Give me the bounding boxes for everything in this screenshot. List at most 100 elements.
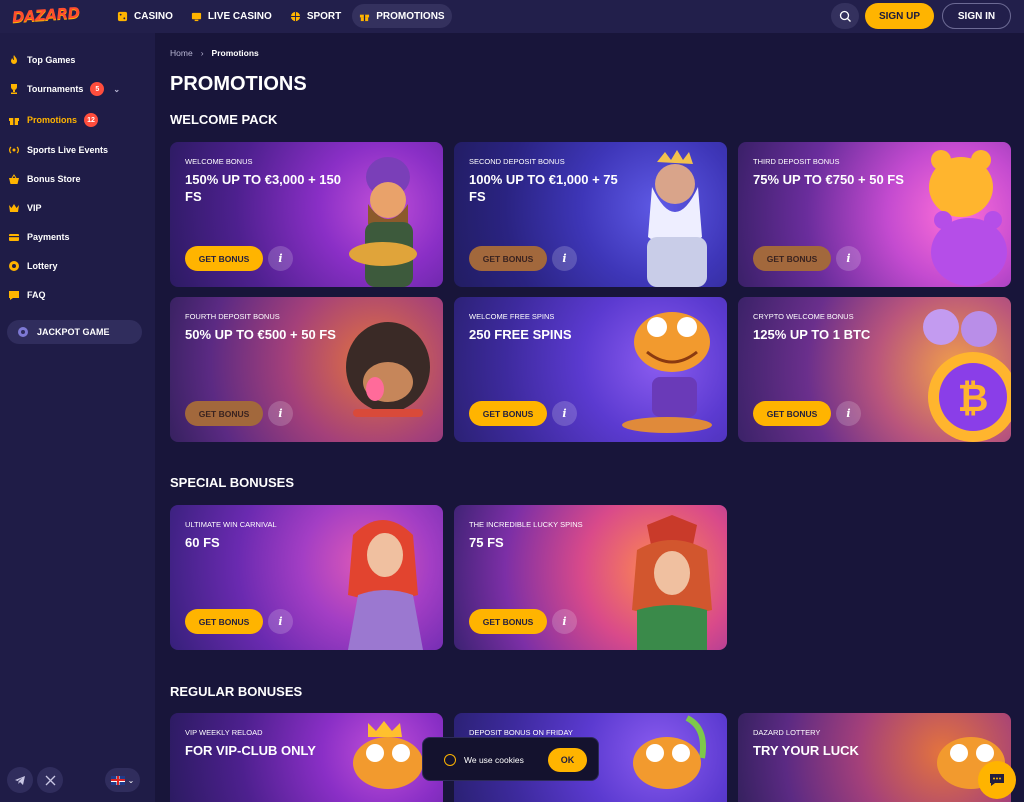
sign-up-button[interactable]: SIGN UP <box>865 3 934 29</box>
section-title-special: SPECIAL BONUSES <box>170 475 295 490</box>
nav-promotions[interactable]: PROMOTIONS <box>352 4 452 28</box>
svg-text:₿: ₿ <box>958 376 989 420</box>
promo-card-second-deposit[interactable]: SECOND DEPOSIT BONUS 100% UP TO €1,000 +… <box>454 142 727 287</box>
get-bonus-button[interactable]: GET BONUS <box>469 246 547 271</box>
sidebar-item-promotions[interactable]: Promotions 12 <box>8 111 99 129</box>
gift-icon <box>360 14 370 21</box>
promo-card-incredible-lucky-spins[interactable]: THE INCREDIBLE LUCKY SPINS 75 FS GET BON… <box>454 505 727 650</box>
promo-card-dazard-lottery[interactable]: DAZARD LOTTERY TRY YOUR LUCK <box>738 713 1011 802</box>
card-title: 250 FREE SPINS <box>469 327 572 342</box>
card-subtitle: FOURTH DEPOSIT BONUS <box>185 312 280 321</box>
chevron-down-icon[interactable]: ⌄ <box>113 85 120 94</box>
card-subtitle: THIRD DEPOSIT BONUS <box>753 157 840 166</box>
card-subtitle: CRYPTO WELCOME BONUS <box>753 312 854 321</box>
chevron-down-icon: ⌄ <box>127 775 135 785</box>
main-nav: CASINO LIVE CASINO SPORT PROMOTIONS <box>110 4 452 28</box>
search-button[interactable] <box>831 3 859 29</box>
promo-card-crypto-welcome[interactable]: ₿ CRYPTO WELCOME BONUS 125% UP TO 1 BTC … <box>738 297 1011 442</box>
sidebar-item-sports-live-events[interactable]: Sports Live Events <box>8 141 108 159</box>
jackpot-icon <box>18 327 28 337</box>
card-title: FOR VIP-CLUB ONLY <box>185 743 316 758</box>
dazard-logo[interactable]: DAZARD <box>11 4 80 27</box>
telegram-button[interactable] <box>7 767 33 793</box>
wallet-icon <box>9 234 19 241</box>
page-title: PROMOTIONS <box>170 73 307 95</box>
nav-casino[interactable]: CASINO <box>110 4 180 28</box>
breadcrumb: Home › Promotions <box>170 48 259 58</box>
sidebar-item-faq[interactable]: FAQ <box>8 286 46 304</box>
search-icon <box>839 10 851 22</box>
gift-icon <box>9 118 19 125</box>
get-bonus-button[interactable]: GET BONUS <box>185 401 263 426</box>
tournaments-count-badge: 5 <box>90 82 105 96</box>
carnival-woman-image <box>348 520 423 650</box>
sidebar-item-top-games[interactable]: Top Games <box>8 51 75 69</box>
card-title: 60 FS <box>185 535 220 550</box>
language-selector[interactable]: ⌄ <box>105 768 140 792</box>
fisherman-character-image <box>349 157 417 287</box>
get-bonus-button[interactable]: GET BONUS <box>185 609 263 634</box>
info-button[interactable]: i <box>268 609 293 634</box>
promo-card-vip-weekly-reload[interactable]: VIP WEEKLY RELOAD FOR VIP-CLUB ONLY <box>170 713 443 802</box>
nav-sport-label: SPORT <box>306 10 342 22</box>
promo-card-welcome-free-spins[interactable]: WELCOME FREE SPINS 250 FREE SPINS GET BO… <box>454 297 727 442</box>
nav-casino-label: CASINO <box>134 10 173 22</box>
nav-sport[interactable]: SPORT <box>283 4 348 28</box>
card-title: 100% UP TO €1,000 + 75 FS <box>469 172 618 204</box>
card-title: 50% UP TO €500 + 50 FS <box>185 327 336 342</box>
x-twitter-button[interactable] <box>37 767 63 793</box>
promo-card-fourth-deposit[interactable]: FOURTH DEPOSIT BONUS 50% UP TO €500 + 50… <box>170 297 443 442</box>
sidebar: Top Games Tournaments 5 ⌄ Promotions 12 … <box>0 33 155 802</box>
get-bonus-button[interactable]: GET BONUS <box>185 246 263 271</box>
chat-button[interactable] <box>978 761 1016 799</box>
sidebar-item-label: FAQ <box>27 290 46 300</box>
breadcrumb-separator: › <box>200 48 204 58</box>
info-button[interactable]: i <box>268 401 293 426</box>
bitcoin-coins-image: ₿ <box>923 309 1011 442</box>
promotions-count-badge: 12 <box>84 113 99 127</box>
jackpot-game-button[interactable]: JACKPOT GAME <box>7 320 142 344</box>
cookie-ok-button[interactable]: OK <box>548 748 587 772</box>
card-subtitle: DEPOSIT BONUS ON FRIDAY <box>469 728 573 737</box>
promo-card-ultimate-win-carnival[interactable]: ULTIMATE WIN CARNIVAL 60 FS GET BONUS i <box>170 505 443 650</box>
info-button[interactable]: i <box>552 609 577 634</box>
basket-icon <box>9 174 19 184</box>
card-subtitle: ULTIMATE WIN CARNIVAL <box>185 520 277 529</box>
promo-card-third-deposit[interactable]: THIRD DEPOSIT BONUS 75% UP TO €750 + 50 … <box>738 142 1011 287</box>
nav-live-casino[interactable]: LIVE CASINO <box>184 4 279 28</box>
broadcast-icon <box>9 146 19 154</box>
info-button[interactable]: i <box>836 246 861 271</box>
sidebar-item-label: Payments <box>27 232 70 242</box>
info-button[interactable]: i <box>552 246 577 271</box>
card-title: 75% UP TO €750 + 50 FS <box>753 172 904 187</box>
cookie-banner: We use cookies OK <box>422 737 599 781</box>
card-title: 75 FS <box>469 535 504 550</box>
sidebar-item-vip[interactable]: VIP <box>8 199 42 217</box>
card-subtitle: SECOND DEPOSIT BONUS <box>469 157 565 166</box>
crown-icon <box>9 204 19 212</box>
get-bonus-button[interactable]: GET BONUS <box>469 401 547 426</box>
card-title: TRY YOUR LUCK <box>753 743 859 758</box>
frog-character-image <box>633 715 706 789</box>
frog-character-image <box>622 312 712 433</box>
breadcrumb-home[interactable]: Home <box>170 48 193 58</box>
nav-promotions-label: PROMOTIONS <box>376 10 445 22</box>
sidebar-item-bonus-store[interactable]: Bonus Store <box>8 170 81 188</box>
fire-icon <box>11 55 17 64</box>
sidebar-item-payments[interactable]: Payments <box>8 228 70 246</box>
sidebar-item-label: Tournaments <box>27 84 84 94</box>
info-button[interactable]: i <box>268 246 293 271</box>
sidebar-item-lottery[interactable]: Lottery <box>8 257 58 275</box>
card-subtitle: VIP WEEKLY RELOAD <box>185 728 263 737</box>
get-bonus-button[interactable]: GET BONUS <box>753 246 831 271</box>
sidebar-item-label: Top Games <box>27 55 76 65</box>
sign-in-button[interactable]: SIGN IN <box>942 3 1011 29</box>
top-header: DAZARD CASINO LIVE CASINO SPORT PROMOTIO… <box>0 0 1024 33</box>
get-bonus-button[interactable]: GET BONUS <box>753 401 831 426</box>
sidebar-item-tournaments[interactable]: Tournaments 5 ⌄ <box>8 80 120 98</box>
promo-card-welcome-bonus[interactable]: WELCOME BONUS 150% UP TO €3,000 + 150 FS… <box>170 142 443 287</box>
bulldog-character-image <box>346 322 430 417</box>
info-button[interactable]: i <box>836 401 861 426</box>
info-button[interactable]: i <box>552 401 577 426</box>
get-bonus-button[interactable]: GET BONUS <box>469 609 547 634</box>
